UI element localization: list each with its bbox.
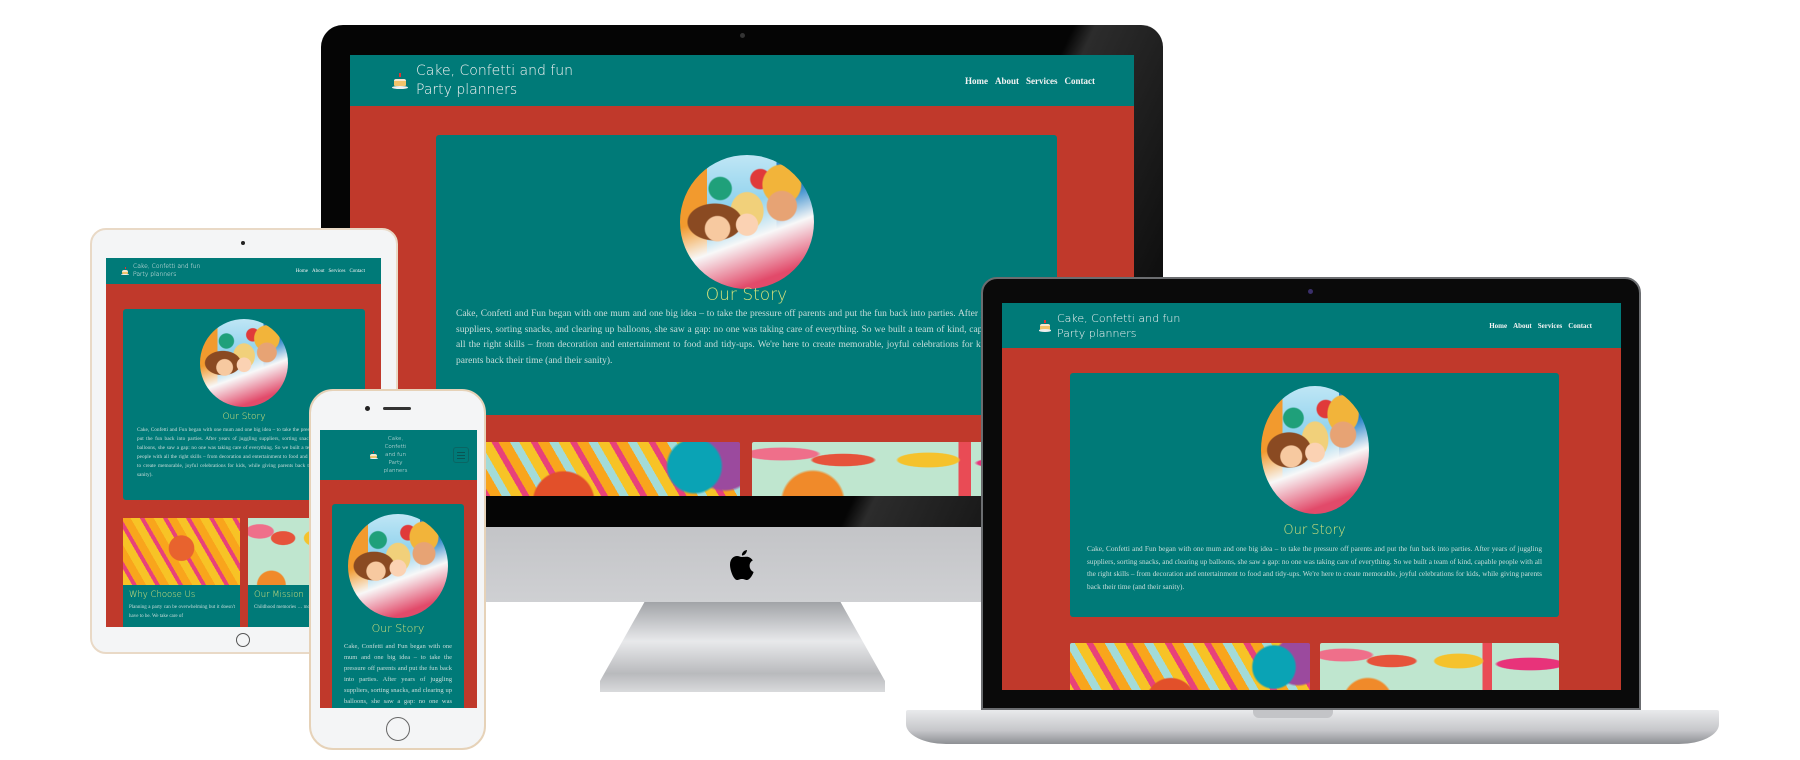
nav-contact[interactable]: Contact — [1065, 76, 1096, 86]
brand-line1: Cake, Confetti and fun — [133, 263, 201, 270]
party-people-image — [200, 319, 288, 407]
our-story-text: Cake, Confetti and Fun began with one mu… — [456, 309, 1046, 366]
nav-contact[interactable]: Contact — [1568, 322, 1592, 330]
nav-about[interactable]: About — [1513, 322, 1532, 330]
nav-contact[interactable]: Contact — [349, 269, 365, 274]
laptop-screen: Cake, Confetti and fun Party planners Hom… — [1002, 303, 1621, 690]
our-story-card: Our Story Cake, Confetti and Fun began w… — [1070, 373, 1559, 617]
brand-word: Cake, — [387, 436, 404, 442]
brand-word: Party — [388, 460, 403, 466]
why-choose-us-image — [123, 518, 240, 585]
site-header: Cake, Confetti and fun Party planners Hom… — [1002, 303, 1621, 348]
nav-services[interactable]: Services — [1026, 76, 1058, 86]
site-header: Cake, Confetti and fun Party planners — [320, 430, 477, 480]
why-choose-us-heading: Why Choose Us — [129, 590, 196, 600]
brand-link[interactable]: Cake, Confetti and fun Party planners — [121, 263, 200, 279]
brand-line2: Party planners — [416, 81, 518, 98]
why-choose-us-text: Planning a party can be overwhelming but… — [129, 605, 235, 619]
party-people-image — [1260, 386, 1369, 514]
phone-screen: Cake, Confetti and fun Party planners Ou… — [320, 430, 477, 708]
our-story-card: Our Story Cake, Confetti and Fun began w… — [332, 504, 464, 708]
site-header: Cake, Confetti and fun Party planners Hom… — [106, 258, 381, 284]
site-header: Cake, Confetti and fun Party planners Hom… — [350, 55, 1134, 106]
our-mission-heading: Our Mission — [254, 590, 304, 600]
laptop-notch — [1253, 710, 1333, 718]
phone-camera — [365, 406, 370, 411]
main-nav: Home About Services Contact — [296, 269, 365, 274]
nav-about[interactable]: About — [312, 269, 325, 274]
phone-speaker — [383, 407, 411, 410]
main-nav: Home About Services Contact — [965, 76, 1095, 86]
brand-line2: Party planners — [1057, 326, 1137, 340]
our-story-heading: Our Story — [705, 285, 788, 305]
apple-logo-icon — [728, 548, 756, 582]
brand-link[interactable]: Cake, Confetti and fun Party planners — [369, 435, 408, 475]
gallery-image-2 — [1320, 643, 1559, 690]
our-story-text: Cake, Confetti and Fun began with one mu… — [1087, 544, 1542, 591]
nav-home[interactable]: Home — [1489, 322, 1507, 330]
brand-line2: Party planners — [133, 271, 177, 278]
monitor-stand — [600, 600, 885, 692]
nav-home[interactable]: Home — [296, 269, 308, 274]
brand-word: and fun — [384, 452, 406, 458]
our-story-card: Our Story Cake, Confetti and Fun began w… — [436, 135, 1057, 415]
our-story-heading: Our Story — [371, 622, 425, 635]
cake-icon — [392, 72, 408, 89]
laptop-camera — [1308, 289, 1313, 294]
brand-word: planners — [383, 468, 408, 474]
phone-home-button[interactable] — [386, 717, 410, 741]
cake-icon — [369, 451, 378, 459]
nav-services[interactable]: Services — [1538, 322, 1563, 330]
nav-services[interactable]: Services — [328, 269, 345, 274]
nav-about[interactable]: About — [995, 76, 1019, 86]
hamburger-icon[interactable] — [453, 447, 469, 463]
our-story-text: Cake, Confetti and Fun began with one mu… — [344, 643, 452, 705]
why-choose-us-card: Why Choose Us Planning a party can be ov… — [123, 518, 240, 627]
brand-line1: Cake, Confetti and fun — [1057, 311, 1181, 325]
brand-line1: Cake, Confetti and fun — [416, 62, 574, 79]
main-nav: Home About Services Contact — [1489, 322, 1592, 330]
monitor-camera — [740, 33, 745, 38]
tablet-camera — [241, 241, 245, 245]
tablet-home-button[interactable] — [236, 633, 250, 647]
cake-icon — [121, 267, 129, 275]
party-people-image — [348, 514, 448, 618]
cake-icon — [1039, 319, 1051, 332]
brand-link[interactable]: Cake, Confetti and fun Party planners — [1039, 311, 1180, 341]
gallery-image-1 — [1070, 643, 1310, 690]
our-story-heading: Our Story — [1283, 523, 1346, 538]
brand-word: Confetti — [384, 444, 407, 450]
nav-home[interactable]: Home — [965, 76, 988, 86]
brand-link[interactable]: Cake, Confetti and fun Party planners — [392, 62, 573, 100]
party-people-image — [679, 155, 814, 289]
